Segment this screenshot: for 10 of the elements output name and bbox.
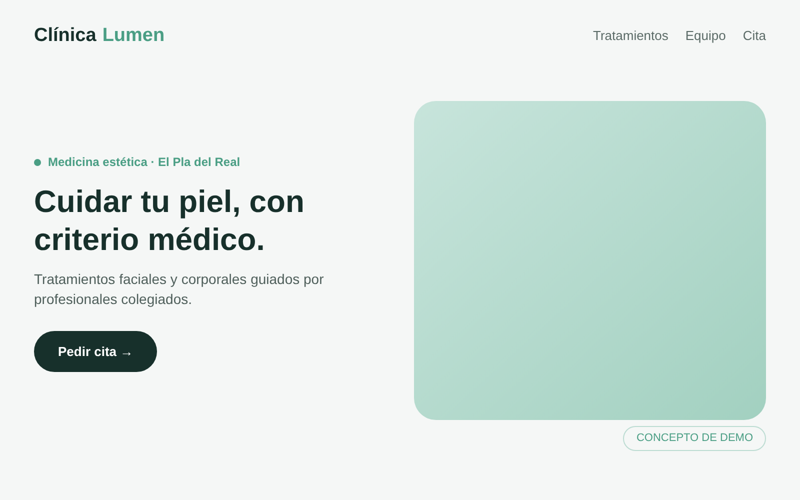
- hero-title: Cuidar tu piel, con criterio médico.: [34, 183, 306, 259]
- eyebrow-text: Medicina estética · El Pla del Real: [48, 154, 240, 171]
- demo-badge: CONCEPTO DE DEMO: [623, 426, 766, 451]
- nav-link[interactable]: Equipo: [685, 26, 726, 46]
- brand-accent: Lumen: [102, 24, 165, 48]
- nav-link[interactable]: Tratamientos: [593, 26, 668, 46]
- brand-name: Clínica: [34, 24, 96, 48]
- nav-link[interactable]: Cita: [742, 26, 766, 46]
- appointment-button[interactable]: Pedir cita →: [34, 331, 158, 372]
- hero-lead: Tratamientos faciales y corporales guiados por profesionales colegiados.: [34, 270, 325, 309]
